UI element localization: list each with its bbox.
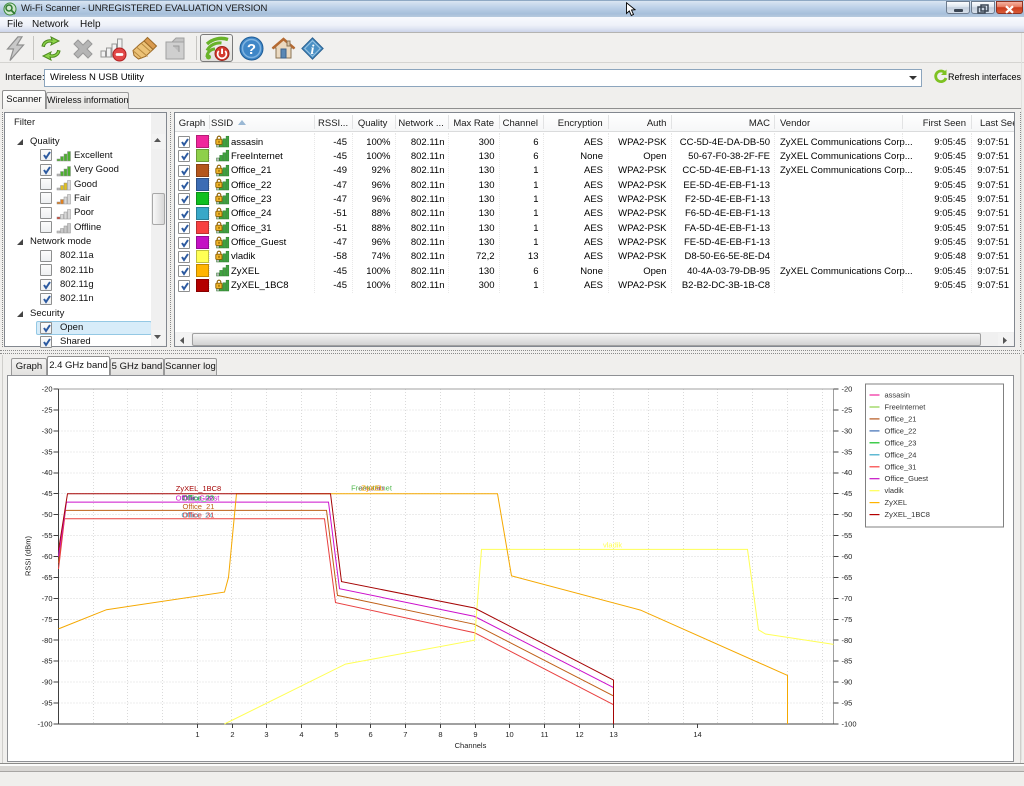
svg-text:-90: -90	[42, 678, 53, 687]
svg-text:8: 8	[438, 730, 442, 739]
svg-text:-60: -60	[42, 552, 53, 561]
svg-text:-95: -95	[42, 699, 53, 708]
svg-text:-25: -25	[842, 405, 853, 414]
svg-text:-40: -40	[842, 468, 853, 477]
svg-text:-100: -100	[37, 720, 52, 729]
svg-text:-35: -35	[842, 447, 853, 456]
svg-text:-85: -85	[42, 657, 53, 666]
svg-text:-20: -20	[42, 385, 53, 394]
svg-text:-45: -45	[842, 489, 853, 498]
svg-text:Office_31: Office_31	[183, 511, 215, 520]
svg-text:RSSI (dBm): RSSI (dBm)	[24, 536, 33, 577]
svg-text:Office_22: Office_22	[885, 426, 917, 435]
svg-text:5: 5	[334, 730, 338, 739]
svg-text:3: 3	[264, 730, 268, 739]
svg-text:-65: -65	[842, 573, 853, 582]
svg-text:7: 7	[403, 730, 407, 739]
svg-text:-75: -75	[842, 615, 853, 624]
svg-text:-80: -80	[842, 636, 853, 645]
svg-text:-20: -20	[842, 385, 853, 394]
svg-text:-40: -40	[42, 468, 53, 477]
svg-text:-70: -70	[42, 594, 53, 603]
svg-text:Channels: Channels	[455, 741, 487, 750]
svg-text:10: 10	[505, 730, 513, 739]
svg-text:ZyXEL_1BC8: ZyXEL_1BC8	[885, 510, 930, 519]
svg-text:-95: -95	[842, 699, 853, 708]
svg-text:13: 13	[609, 730, 617, 739]
svg-text:-100: -100	[842, 720, 857, 729]
svg-text:assasin: assasin	[885, 391, 910, 400]
svg-text:ZyXEL: ZyXEL	[361, 484, 384, 493]
svg-text:9: 9	[473, 730, 477, 739]
svg-text:-55: -55	[842, 531, 853, 540]
svg-text:ZyXEL: ZyXEL	[885, 498, 908, 507]
svg-text:2: 2	[230, 730, 234, 739]
svg-text:-25: -25	[42, 405, 53, 414]
svg-text:FreeInternet: FreeInternet	[885, 403, 927, 412]
svg-text:-90: -90	[842, 678, 853, 687]
svg-text:Office_31: Office_31	[885, 462, 917, 471]
svg-text:vladik: vladik	[885, 486, 904, 495]
svg-text:-35: -35	[42, 447, 53, 456]
svg-text:vladik: vladik	[603, 541, 622, 550]
svg-text:-50: -50	[842, 510, 853, 519]
svg-text:-45: -45	[42, 489, 53, 498]
svg-text:-55: -55	[42, 531, 53, 540]
svg-text:Office_23: Office_23	[885, 438, 917, 447]
svg-text:14: 14	[693, 730, 701, 739]
svg-text:i: i	[311, 43, 315, 58]
svg-text:4: 4	[299, 730, 303, 739]
svg-text:-60: -60	[842, 552, 853, 561]
svg-text:Office_24: Office_24	[885, 450, 917, 459]
svg-text:-75: -75	[42, 615, 53, 624]
svg-text:-85: -85	[842, 657, 853, 666]
svg-text:-65: -65	[42, 573, 53, 582]
svg-text:-70: -70	[842, 594, 853, 603]
svg-text:?: ?	[247, 41, 256, 58]
svg-text:Office_Guest: Office_Guest	[885, 474, 930, 483]
svg-text:ZyXEL_1BC8: ZyXEL_1BC8	[176, 484, 221, 493]
svg-text:11: 11	[541, 730, 549, 739]
svg-text:1: 1	[195, 730, 199, 739]
svg-text:-80: -80	[42, 636, 53, 645]
svg-text:-50: -50	[42, 510, 53, 519]
svg-text:Office_21: Office_21	[885, 414, 917, 423]
svg-text:-30: -30	[842, 426, 853, 435]
svg-text:12: 12	[575, 730, 583, 739]
svg-text:-30: -30	[42, 426, 53, 435]
svg-text:6: 6	[369, 730, 373, 739]
